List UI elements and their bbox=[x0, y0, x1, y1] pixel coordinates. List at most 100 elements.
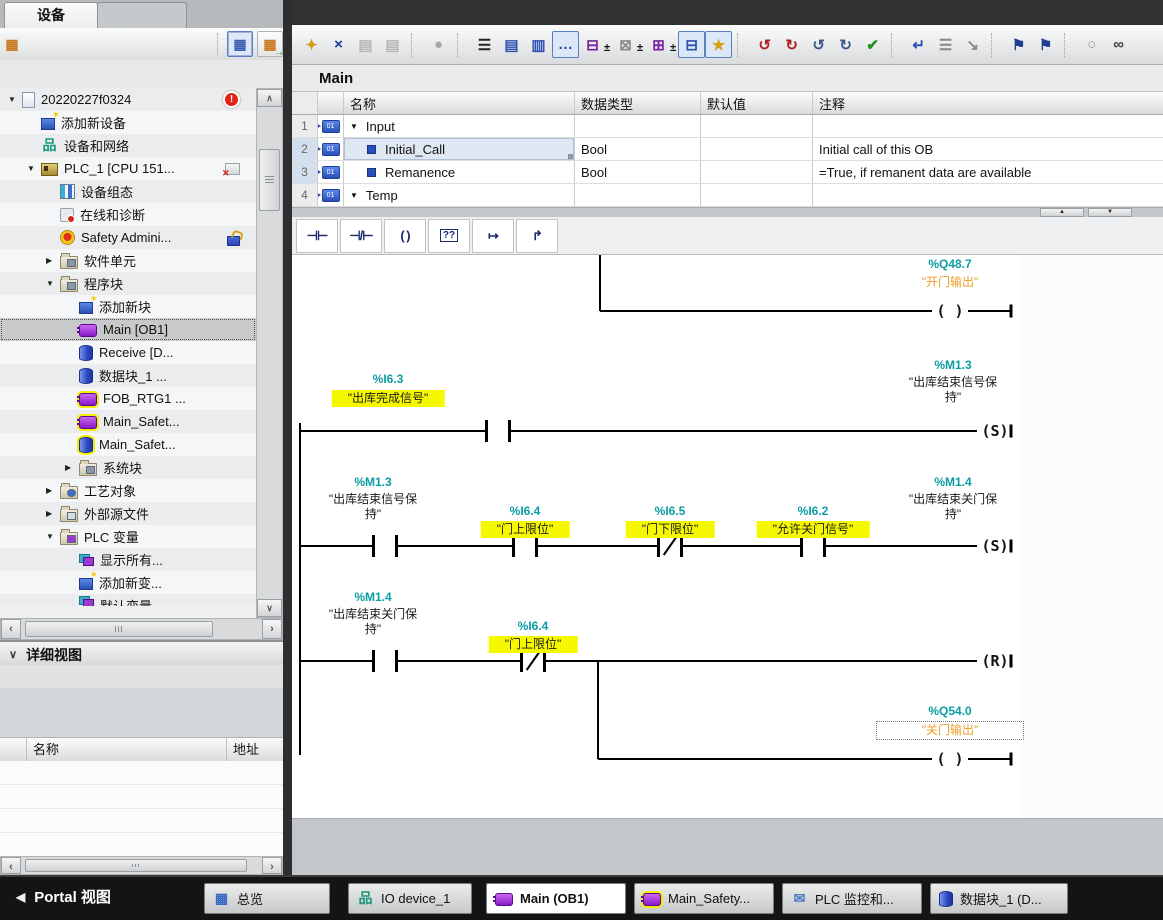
set-coil[interactable]: (S) bbox=[977, 536, 1013, 556]
tree-item[interactable]: Receive [D... bbox=[0, 341, 256, 364]
operand-address[interactable]: %Q54.0 bbox=[928, 704, 971, 718]
tab-devices[interactable]: 设备 bbox=[4, 2, 98, 28]
tree-item[interactable]: 品设备和网络 bbox=[0, 134, 256, 157]
splitter-down-button[interactable]: ▼ bbox=[1088, 208, 1132, 217]
tree-vertical-scrollbar[interactable]: ∧∨ bbox=[256, 88, 283, 618]
comment-cell[interactable]: Initial call of this OB bbox=[813, 138, 1163, 160]
contact-no[interactable] bbox=[800, 535, 826, 557]
scroll-right-button[interactable]: › bbox=[262, 619, 282, 639]
chevron-expanded-icon[interactable]: ▼ bbox=[27, 164, 41, 173]
delete-row-icon[interactable]: ▤ bbox=[379, 31, 406, 58]
chevron-expanded-icon[interactable]: ▼ bbox=[8, 95, 22, 104]
tree-item[interactable]: FOB_RTG1 ... bbox=[0, 387, 256, 410]
taskbar-item[interactable]: ▦总览 bbox=[204, 883, 330, 914]
tree-item[interactable]: ▼20220227f0324! bbox=[0, 88, 256, 111]
chevron-collapsed-icon[interactable]: ▶ bbox=[65, 463, 79, 472]
detail-view-horizontal-scrollbar[interactable]: ‹› bbox=[0, 856, 283, 875]
comment-cell[interactable]: =True, if remanent data are available bbox=[813, 161, 1163, 183]
column-header[interactable]: 默认值 bbox=[701, 92, 813, 114]
data-type-cell[interactable] bbox=[575, 184, 701, 206]
variable-name-cell[interactable]: Initial_Call bbox=[344, 138, 575, 160]
close-branch-button[interactable]: ↱ bbox=[516, 219, 558, 253]
tree-item[interactable]: ▶外部源文件 bbox=[0, 502, 256, 525]
tree-item[interactable]: 默认变量... bbox=[0, 594, 256, 606]
collapse-networks-icon[interactable]: ▤ bbox=[498, 31, 525, 58]
operand-address[interactable]: %I6.4 bbox=[510, 504, 541, 518]
free-comment-icon[interactable]: ● bbox=[425, 31, 452, 58]
operand-tag[interactable]: "出库结束关门保持" bbox=[324, 607, 422, 637]
data-type-cell[interactable] bbox=[575, 115, 701, 137]
next-bookmark-icon[interactable]: ⚑ bbox=[1032, 31, 1059, 58]
chevron-expanded-icon[interactable]: ▼ bbox=[46, 279, 60, 288]
set-coil[interactable]: (S) bbox=[977, 421, 1013, 441]
column-header[interactable]: 名称 bbox=[344, 92, 575, 114]
tree-item[interactable]: Safety Admini... bbox=[0, 226, 256, 249]
chevron-collapsed-icon[interactable]: ▶ bbox=[46, 509, 60, 518]
scroll-thumb[interactable] bbox=[25, 859, 247, 872]
insert-row-icon[interactable]: ▤ bbox=[352, 31, 379, 58]
variable-row[interactable]: 401▼Temp bbox=[292, 184, 1163, 207]
coil[interactable]: ( ) bbox=[932, 749, 968, 769]
variable-name-cell[interactable]: ▼Input bbox=[344, 115, 575, 137]
operand-address[interactable]: %Q48.7 bbox=[928, 257, 971, 271]
operand-address[interactable]: %I6.5 bbox=[655, 504, 686, 518]
fill-handle[interactable] bbox=[568, 154, 573, 159]
tree-options-icon[interactable]: ▦ bbox=[0, 32, 24, 56]
chevron-collapsed-icon[interactable]: ▶ bbox=[46, 486, 60, 495]
tree-item[interactable]: Main_Safet... bbox=[0, 433, 256, 456]
default-value-cell[interactable] bbox=[701, 184, 813, 206]
comments-toggle-icon[interactable]: … bbox=[552, 31, 579, 58]
data-type-cell[interactable]: Bool bbox=[575, 161, 701, 183]
consistency-check-icon[interactable]: ✔ bbox=[859, 31, 886, 58]
operand-tag[interactable]: "出库结束信号保持" bbox=[904, 375, 1002, 405]
operand-tag[interactable]: "出库结束关门保持" bbox=[904, 492, 1002, 522]
tree-item[interactable]: 在线和诊断 bbox=[0, 203, 256, 226]
operand-tag[interactable]: "出库完成信号" bbox=[332, 390, 445, 407]
table-view-button[interactable]: ▦ bbox=[227, 31, 253, 57]
insert-network-icon[interactable]: ✦ bbox=[298, 31, 325, 58]
operand-tag[interactable]: "门上限位" bbox=[489, 636, 578, 653]
find-icon[interactable]: ○ bbox=[1078, 31, 1105, 58]
branch-icon[interactable]: ⊞ bbox=[645, 31, 672, 58]
variable-row[interactable]: 101▼Input bbox=[292, 115, 1163, 138]
data-type-cell[interactable]: Bool bbox=[575, 138, 701, 160]
expand-all-icon[interactable]: ☰ bbox=[471, 31, 498, 58]
scroll-up-button[interactable]: ∧ bbox=[257, 89, 282, 107]
update-block-call-icon[interactable]: ↺ bbox=[805, 31, 832, 58]
reset-coil[interactable]: (R) bbox=[977, 651, 1013, 671]
operand-tag[interactable]: "出库结束信号保持" bbox=[324, 492, 422, 522]
monitor-icon[interactable]: ∞ bbox=[1105, 31, 1132, 58]
default-value-cell[interactable] bbox=[701, 161, 813, 183]
contact-no[interactable] bbox=[485, 420, 511, 442]
taskbar-item[interactable]: Main_Safety... bbox=[634, 883, 774, 914]
empty-box-button[interactable]: ?? bbox=[428, 219, 470, 253]
open-branch-button[interactable]: ↦ bbox=[472, 219, 514, 253]
scroll-thumb[interactable] bbox=[25, 621, 213, 637]
taskbar-item[interactable]: Main (OB1) bbox=[486, 883, 626, 914]
column-header[interactable]: 注释 bbox=[813, 92, 1163, 114]
coil-button[interactable]: ( ) bbox=[384, 219, 426, 253]
contact-nc[interactable] bbox=[657, 535, 683, 557]
operand-address[interactable]: %M1.3 bbox=[934, 358, 971, 372]
panel-divider[interactable] bbox=[283, 0, 292, 875]
prev-error-icon[interactable]: ↺ bbox=[751, 31, 778, 58]
column-header[interactable]: 数据类型 bbox=[575, 92, 701, 114]
tree-item[interactable]: ▼PLC 变量 bbox=[0, 525, 256, 548]
tree-horizontal-scrollbar[interactable]: ‹› bbox=[0, 618, 283, 640]
scroll-thumb[interactable] bbox=[259, 149, 280, 211]
chevron-expanded-icon[interactable]: ▼ bbox=[46, 532, 60, 541]
operand-tag[interactable]: "门上限位" bbox=[481, 521, 570, 538]
tree-item[interactable]: ▼PLC_1 [CPU 151... bbox=[0, 157, 256, 180]
chevron-expanded-icon[interactable]: ▼ bbox=[350, 122, 358, 131]
operand-address[interactable]: %I6.4 bbox=[518, 619, 549, 633]
tree-item[interactable]: ▼程序块 bbox=[0, 272, 256, 295]
operand-address[interactable]: %M1.3 bbox=[354, 475, 391, 489]
operand-address[interactable]: %M1.4 bbox=[934, 475, 971, 489]
portal-view-button[interactable]: ◀ Portal 视图 bbox=[16, 886, 111, 907]
open-networks-icon[interactable]: ▥ bbox=[525, 31, 552, 58]
contact-no[interactable] bbox=[372, 650, 398, 672]
operand-tag[interactable]: "门下限位" bbox=[626, 521, 715, 538]
variable-row[interactable]: 201Initial_CallBoolInitial call of this … bbox=[292, 138, 1163, 161]
operand-tag[interactable]: "允许关门信号" bbox=[757, 521, 870, 538]
taskbar-item[interactable]: 数据块_1 (D... bbox=[930, 883, 1068, 914]
